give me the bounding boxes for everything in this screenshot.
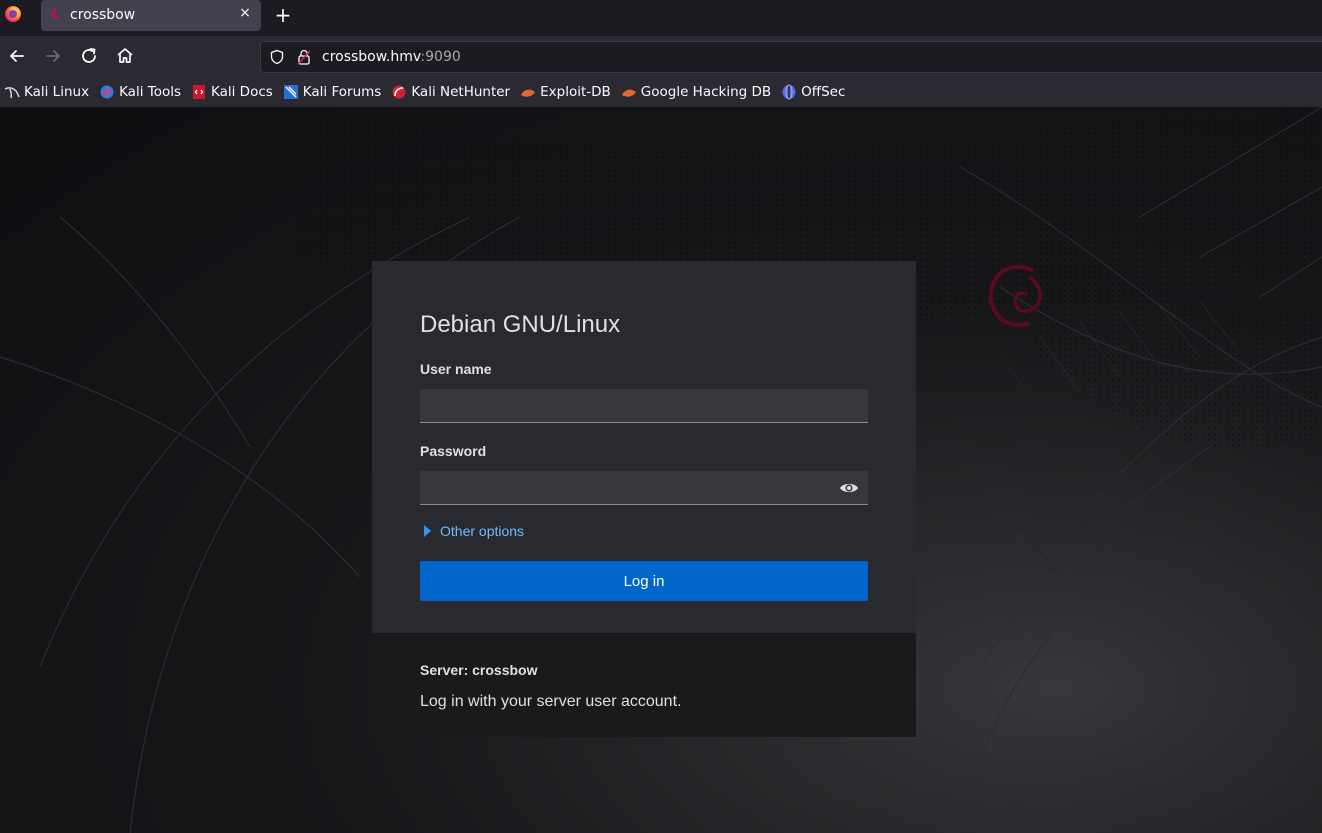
url-port: :9090: [420, 49, 461, 65]
url-text[interactable]: crossbow.hmv:9090: [322, 49, 461, 65]
nethunter-icon: [392, 85, 406, 98]
login-footer: Server: crossbow Log in with your server…: [372, 633, 916, 737]
bookmark-kali-docs[interactable]: Kali Docs: [191, 84, 273, 100]
bookmark-label: Kali NetHunter: [411, 83, 511, 100]
bookmark-label: Kali Forums: [302, 83, 382, 100]
kali-forums-icon: [283, 84, 298, 99]
show-password-button[interactable]: [830, 471, 868, 505]
ghdb-icon: [621, 89, 636, 97]
other-options-toggle[interactable]: Other options: [424, 523, 524, 539]
password-label: Password: [420, 443, 487, 459]
bookmark-kali-forums[interactable]: Kali Forums: [283, 83, 382, 100]
password-input[interactable]: [420, 471, 830, 505]
tab-close-icon[interactable]: ×: [237, 5, 253, 21]
bookmark-label: Kali Docs: [211, 83, 273, 100]
other-options-label: Other options: [440, 523, 525, 539]
bookmarks-toolbar: Kali Linux Kali Tools Kali Docs Kali For…: [0, 76, 1322, 107]
login-form: Debian GNU/Linux User name Password Othe…: [372, 261, 916, 633]
reload-icon[interactable]: [77, 44, 101, 68]
url-host: crossbow.hmv: [322, 49, 421, 65]
kali-tools-icon: [100, 85, 114, 98]
insecure-lock-icon[interactable]: [297, 49, 311, 65]
caret-right-icon: [424, 525, 431, 537]
bookmark-offsec[interactable]: OffSec: [781, 84, 845, 100]
tab-title: crossbow: [70, 7, 136, 23]
debian-logo-icon: [988, 264, 1042, 327]
username-input[interactable]: [420, 389, 868, 423]
offsec-icon: [782, 84, 796, 99]
bookmark-label: Kali Tools: [119, 83, 181, 100]
bookmark-label: Google Hacking DB: [640, 83, 772, 100]
bookmark-kali-nethunter[interactable]: Kali NetHunter: [391, 84, 510, 100]
debian-favicon-icon: [51, 9, 59, 19]
tab-strip: crossbow × +: [0, 0, 1322, 36]
kali-dragon-icon: [4, 86, 20, 98]
kali-docs-icon: [193, 84, 205, 99]
bookmark-kali-tools[interactable]: Kali Tools: [99, 84, 181, 100]
firefox-logo-icon[interactable]: [5, 6, 21, 22]
bookmark-kali-linux[interactable]: Kali Linux: [4, 84, 89, 100]
bookmark-label: Kali Linux: [24, 83, 90, 100]
login-title: Debian GNU/Linux: [420, 311, 621, 338]
home-icon[interactable]: [113, 44, 137, 68]
login-button[interactable]: Log in: [420, 561, 868, 601]
bookmark-google-hacking-db[interactable]: Google Hacking DB: [621, 84, 771, 100]
eye-icon: [840, 483, 858, 492]
bookmark-label: OffSec: [801, 83, 846, 100]
exploitdb-icon: [521, 89, 536, 97]
nav-bar: crossbow.hmv:9090: [0, 36, 1322, 76]
bookmark-exploit-db[interactable]: Exploit-DB: [520, 84, 611, 100]
page-content: Debian GNU/Linux User name Password Othe…: [0, 107, 1322, 833]
tracking-protection-shield-icon[interactable]: [269, 49, 285, 65]
username-label: User name: [420, 361, 492, 377]
login-hint: Log in with your server user account.: [420, 693, 682, 710]
back-icon[interactable]: [5, 44, 29, 68]
forward-icon[interactable]: [41, 44, 65, 68]
new-tab-button[interactable]: +: [272, 4, 294, 26]
tab-crossbow[interactable]: crossbow ×: [41, 0, 261, 31]
server-name: Server: crossbow: [420, 662, 538, 678]
url-bar[interactable]: crossbow.hmv:9090: [260, 41, 1322, 73]
bookmark-label: Exploit-DB: [540, 83, 611, 100]
